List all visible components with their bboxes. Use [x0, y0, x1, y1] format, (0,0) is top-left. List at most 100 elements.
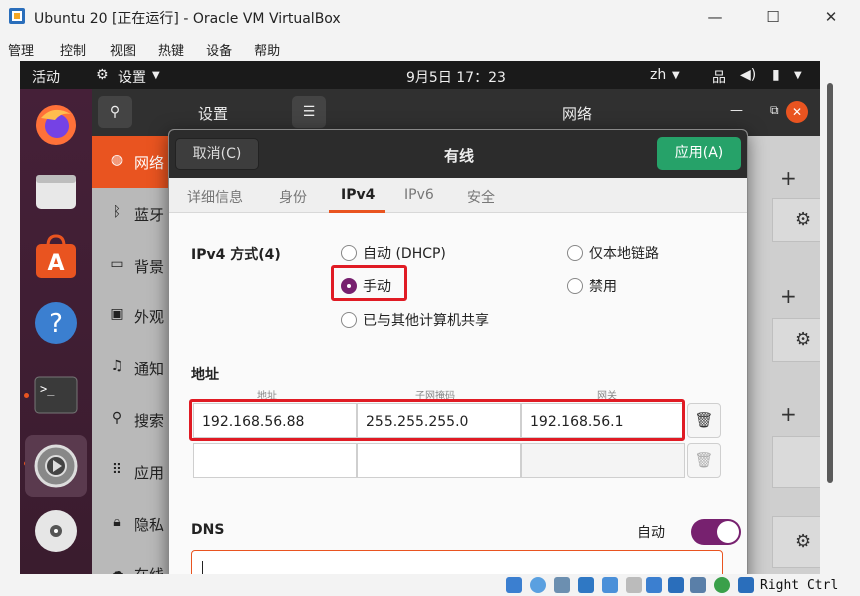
app-menu[interactable]: 设置 — [118, 67, 146, 87]
gear-icon[interactable]: ⚙ — [795, 531, 811, 552]
apps-icon: ⠿ — [111, 462, 123, 478]
tab-ipv4[interactable]: IPv4 — [341, 187, 375, 203]
vm-vertical-scrollbar[interactable] — [820, 61, 860, 574]
vm-screen[interactable]: 活动 ⚙ 设置 ▼ 9月5日 17：23 zh ▼ 品 ◀) ▮ ▼ A ? >… — [20, 61, 820, 574]
apply-button[interactable]: 应用(A) — [657, 137, 741, 170]
settings-close-button[interactable]: ✕ — [786, 101, 808, 123]
gear-icon[interactable]: ⚙ — [795, 209, 811, 230]
keyboard-capture-icon[interactable] — [738, 577, 754, 593]
menu-devices[interactable]: 设备 — [198, 36, 232, 60]
background-icon: ▭ — [110, 256, 124, 272]
recording-icon[interactable] — [668, 577, 684, 593]
radio-icon — [341, 312, 357, 328]
sidebar-item-label: 隐私 — [134, 516, 165, 534]
settings-icon[interactable] — [25, 435, 87, 497]
tab-identity[interactable]: 身份 — [279, 187, 307, 207]
system-menu-chevron-icon[interactable]: ▼ — [794, 70, 802, 81]
optical-drive-icon[interactable] — [530, 577, 546, 593]
online-accounts-icon: ☁ — [110, 564, 124, 574]
input-method[interactable]: zh — [650, 67, 666, 83]
close-window-button[interactable]: ✕ — [802, 0, 860, 34]
method-shared-label: 已与其他计算机共享 — [363, 313, 489, 329]
radio-icon — [567, 245, 583, 261]
sidebar-item-label: 外观 — [134, 308, 165, 326]
method-disabled[interactable]: 禁用 — [567, 276, 617, 296]
dvd-icon[interactable] — [30, 505, 82, 557]
shared-folders-icon[interactable] — [626, 577, 642, 593]
dialog-header: 取消(C) 有线 应用(A) — [169, 130, 747, 178]
method-link-local-label: 仅本地链路 — [589, 246, 659, 262]
trash-icon: 🗑︎ — [694, 411, 714, 429]
display-icon[interactable] — [646, 577, 662, 593]
network-status-icon[interactable]: 品 — [712, 67, 726, 87]
dns-input[interactable] — [191, 550, 723, 574]
help-icon[interactable]: ? — [30, 297, 82, 349]
netmask-input[interactable] — [357, 443, 521, 478]
tab-ipv6[interactable]: IPv6 — [404, 187, 434, 203]
tab-security[interactable]: 安全 — [467, 187, 495, 207]
activities-button[interactable]: 活动 — [32, 67, 60, 87]
firefox-icon[interactable] — [30, 99, 82, 151]
host-key-label: Right Ctrl — [760, 578, 839, 593]
cpu-icon[interactable] — [690, 577, 706, 593]
menu-help[interactable]: 帮助 — [246, 36, 280, 60]
search-button[interactable]: ⚲ — [98, 96, 132, 128]
menu-view[interactable]: 视图 — [102, 36, 136, 60]
host-titlebar: Ubuntu 20 [正在运行] - Oracle VM VirtualBox … — [0, 0, 860, 34]
menu-button[interactable]: ☰ — [292, 96, 326, 128]
battery-icon[interactable]: ▮ — [772, 67, 780, 83]
close-icon: ✕ — [824, 8, 838, 26]
svg-text:A: A — [47, 251, 64, 276]
privacy-icon: 🔒︎ — [113, 514, 121, 530]
wired-connection-dialog: 取消(C) 有线 应用(A) 详细信息 身份 IPv4 IPv6 安全 IPv4… — [168, 129, 748, 574]
sidebar-item-label: 应用 — [134, 464, 165, 482]
files-icon[interactable] — [30, 165, 82, 217]
clock[interactable]: 9月5日 17：23 — [406, 67, 506, 87]
method-shared[interactable]: 已与其他计算机共享 — [341, 310, 489, 330]
dock: A ? >_ — [20, 89, 92, 574]
method-auto-dhcp[interactable]: 自动 (DHCP) — [341, 243, 446, 263]
highlight-address-row — [189, 399, 685, 441]
tab-details[interactable]: 详细信息 — [187, 187, 243, 207]
terminal-icon[interactable]: >_ — [30, 369, 82, 421]
volume-icon[interactable]: ◀) — [740, 67, 756, 83]
menu-manage[interactable]: 管理 — [0, 36, 34, 60]
minimize-button[interactable]: — — [686, 0, 744, 34]
app-menu-chevron-icon: ▼ — [152, 70, 160, 81]
connection-row: ⚙ — [772, 318, 820, 362]
delete-address-button[interactable]: 🗑︎ — [687, 403, 721, 438]
audio-icon[interactable] — [554, 577, 570, 593]
method-disabled-label: 禁用 — [589, 279, 617, 295]
connection-row: ⚙ — [772, 198, 820, 242]
search-icon: ⚲ — [111, 410, 123, 426]
sidebar-item-label: 背景 — [134, 258, 165, 276]
restore-icon[interactable]: ⧉ — [770, 103, 779, 118]
scrollbar-thumb[interactable] — [827, 83, 833, 483]
menu-control[interactable]: 控制 — [52, 36, 86, 60]
mouse-integration-icon[interactable] — [714, 577, 730, 593]
delete-address-button[interactable]: 🗑︎ — [687, 443, 721, 478]
active-tab-indicator — [329, 210, 385, 213]
menu-hotkey[interactable]: 热键 — [150, 36, 184, 60]
add-connection-icon[interactable]: + — [780, 166, 797, 190]
minimize-icon[interactable]: — — [730, 103, 743, 118]
search-icon: ⚲ — [109, 104, 121, 120]
maximize-button[interactable]: ☐ — [744, 0, 802, 34]
network-adapter-icon[interactable] — [578, 577, 594, 593]
svg-text:?: ? — [49, 309, 63, 339]
gateway-input[interactable] — [521, 443, 685, 478]
address-input[interactable] — [193, 443, 357, 478]
software-center-icon[interactable]: A — [30, 231, 82, 283]
method-link-local[interactable]: 仅本地链路 — [567, 243, 659, 263]
gear-icon[interactable]: ⚙ — [795, 329, 811, 350]
notification-icon: ♫ — [110, 358, 124, 374]
dns-auto-toggle[interactable] — [691, 519, 741, 545]
hamburger-icon: ☰ — [302, 104, 316, 120]
add-connection-icon[interactable]: + — [780, 284, 797, 308]
usb-icon[interactable] — [602, 577, 618, 593]
hard-disk-icon[interactable] — [506, 577, 522, 593]
bluetooth-icon: ᛒ — [112, 204, 122, 220]
ipv4-method-label: IPv4 方式(4) — [191, 247, 281, 263]
add-connection-icon[interactable]: + — [780, 402, 797, 426]
dialog-tabs: 详细信息 身份 IPv4 IPv6 安全 — [169, 178, 747, 213]
